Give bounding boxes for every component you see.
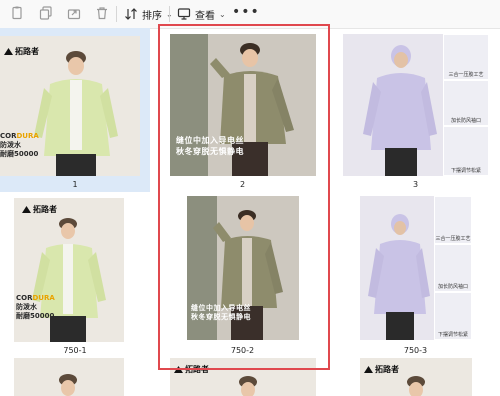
thumbnail: 拓路者 CORDURA 防泼水 耐磨50000 bbox=[0, 36, 140, 176]
detail-label: 加长防风袖口 bbox=[437, 284, 468, 290]
brand-text: 拓路者 bbox=[15, 47, 39, 56]
file-item-row3-3[interactable]: 拓路者 bbox=[338, 356, 493, 396]
file-name: 750-3 bbox=[403, 346, 428, 355]
detail-panel: 下摆调节松紧 bbox=[434, 292, 472, 340]
detail-panels: 三合一压胶工艺 加长防风袖口 下摆调节松紧 bbox=[434, 196, 472, 340]
promo-text: CORDURA 防泼水 耐磨50000 bbox=[16, 294, 55, 320]
delete-icon[interactable] bbox=[95, 6, 109, 20]
highlight-annotation-box bbox=[158, 24, 330, 370]
cordura-text: CORDURA bbox=[0, 132, 39, 140]
brand-logo: 拓路者 bbox=[22, 204, 57, 215]
sort-label: 排序 bbox=[142, 10, 162, 22]
more-options-button[interactable]: ••• bbox=[232, 4, 260, 20]
view-label: 查看 bbox=[195, 10, 215, 22]
file-item-750-1[interactable]: 拓路者 CORDURA 防泼水 耐磨50000 750-1 bbox=[0, 190, 150, 358]
detail-label: 三合一压胶工艺 bbox=[435, 236, 471, 242]
brand-logo: 拓路者 bbox=[4, 46, 39, 57]
file-item-1[interactable]: 拓路者 CORDURA 防泼水 耐磨50000 1 bbox=[0, 28, 150, 192]
brand-mark-icon bbox=[364, 366, 373, 373]
thumbnail: 拓路者 CORDURA 防泼水 耐磨50000 bbox=[14, 198, 124, 342]
brand-logo: 拓路者 bbox=[364, 364, 399, 375]
promo-text: CORDURA 防泼水 耐磨50000 bbox=[0, 132, 39, 158]
detail-label: 下摆调节松紧 bbox=[450, 168, 481, 174]
detail-panel: 加长防风袖口 bbox=[434, 244, 472, 292]
brand-mark-icon bbox=[22, 206, 31, 213]
file-item-3[interactable]: 三合一压胶工艺 加长防风袖口 下摆调节松紧 3 bbox=[338, 28, 493, 192]
monitor-icon bbox=[177, 7, 191, 21]
file-name: 3 bbox=[412, 180, 419, 189]
toolbar-separator bbox=[169, 6, 170, 22]
brand-text: 拓路者 bbox=[33, 205, 57, 214]
detail-panel: 加长防风袖口 bbox=[443, 80, 489, 126]
cordura-text: CORDURA bbox=[16, 294, 55, 302]
detail-panel: 下摆调节松紧 bbox=[443, 126, 489, 176]
detail-panel: 三合一压胶工艺 bbox=[434, 196, 472, 244]
copy-icon[interactable] bbox=[39, 6, 53, 20]
detail-panel: 三合一压胶工艺 bbox=[443, 34, 489, 80]
thumbnail: 拓路者 bbox=[360, 358, 472, 396]
promo-line-1: 防泼水 bbox=[16, 302, 37, 311]
file-name: 750-1 bbox=[63, 346, 87, 355]
file-name: 1 bbox=[72, 180, 78, 189]
jacket-photo bbox=[14, 198, 124, 342]
chevron-down-icon: ⌄ bbox=[219, 9, 226, 19]
detail-label: 加长防风袖口 bbox=[450, 118, 481, 124]
share-icon[interactable] bbox=[67, 6, 81, 20]
detail-panels: 三合一压胶工艺 加长防风袖口 下摆调节松紧 bbox=[443, 34, 489, 176]
thumbnail: 三合一压胶工艺 加长防风袖口 下摆调节松紧 bbox=[343, 34, 489, 176]
file-item-row3-1[interactable] bbox=[0, 356, 150, 396]
promo-line-2: 耐磨50000 bbox=[16, 311, 55, 320]
brand-mark-icon bbox=[4, 48, 13, 55]
sort-icon bbox=[124, 7, 138, 21]
thumbnail: 三合一压胶工艺 加长防风袖口 下摆调节松紧 bbox=[360, 196, 472, 340]
detail-label: 三合一压胶工艺 bbox=[448, 72, 484, 78]
thumbnail bbox=[14, 358, 124, 396]
jacket-photo bbox=[14, 358, 124, 396]
promo-line-1: 防泼水 bbox=[0, 140, 21, 149]
file-item-750-3[interactable]: 三合一压胶工艺 加长防风袖口 下摆调节松紧 750-3 bbox=[338, 190, 493, 358]
toolbar-separator bbox=[116, 6, 117, 22]
new-item-icon[interactable] bbox=[10, 6, 24, 20]
brand-text: 拓路者 bbox=[375, 365, 399, 374]
promo-line-2: 耐磨50000 bbox=[0, 149, 39, 158]
detail-label: 下摆调节松紧 bbox=[437, 332, 468, 338]
sort-button[interactable]: 排序 ⌄ bbox=[124, 5, 173, 23]
view-button[interactable]: 查看 ⌄ bbox=[177, 5, 226, 23]
